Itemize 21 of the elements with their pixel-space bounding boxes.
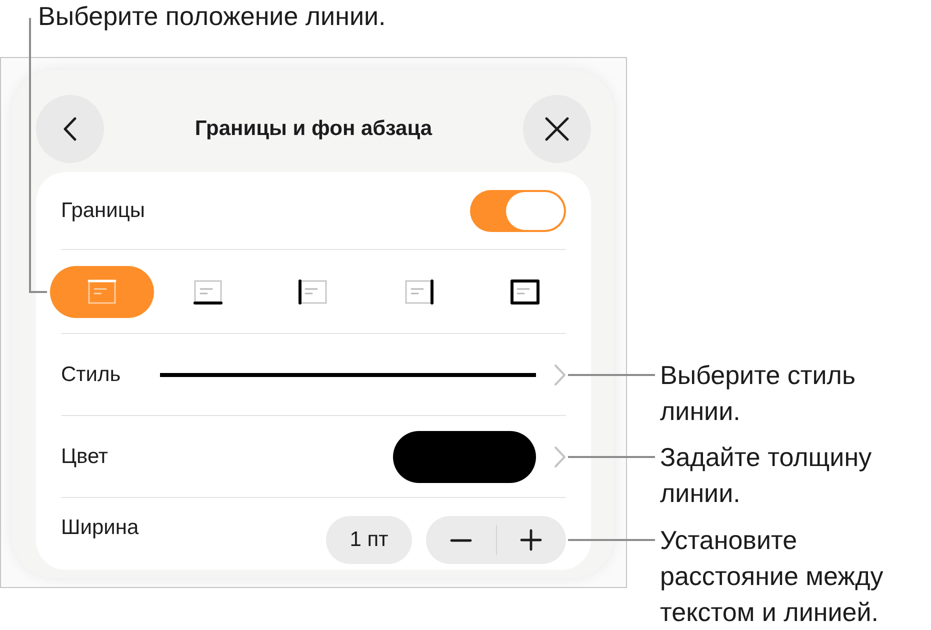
minus-icon[interactable] [450, 538, 472, 542]
box-border-icon[interactable] [510, 278, 540, 304]
callout-text: Задайте толщину линии. [660, 441, 873, 510]
color-label: Цвет [61, 444, 108, 468]
close-icon[interactable] [544, 117, 569, 141]
toggle-switch[interactable] [470, 190, 566, 232]
callout-text: Выберите положение линии. [38, 0, 386, 32]
left-border-icon[interactable] [298, 278, 328, 304]
right-border-icon[interactable] [404, 278, 434, 304]
plus-icon[interactable] [520, 529, 542, 551]
style-label: Стиль [61, 362, 121, 386]
bottom-border-icon[interactable] [192, 278, 223, 304]
panel-title: Границы и фон абзаца [194, 117, 432, 141]
width-value-field[interactable]: 1 пт [326, 516, 412, 564]
width-stepper[interactable] [426, 516, 566, 564]
borders-label: Границы [61, 198, 145, 222]
callout-text: Выберите стиль линии. [660, 359, 857, 428]
width-label: Ширина [61, 516, 139, 540]
callout-text: Установите расстояние между текстом и линией. [660, 524, 884, 629]
color-well-button[interactable] [393, 430, 536, 482]
chevron-left-icon[interactable] [63, 117, 77, 141]
